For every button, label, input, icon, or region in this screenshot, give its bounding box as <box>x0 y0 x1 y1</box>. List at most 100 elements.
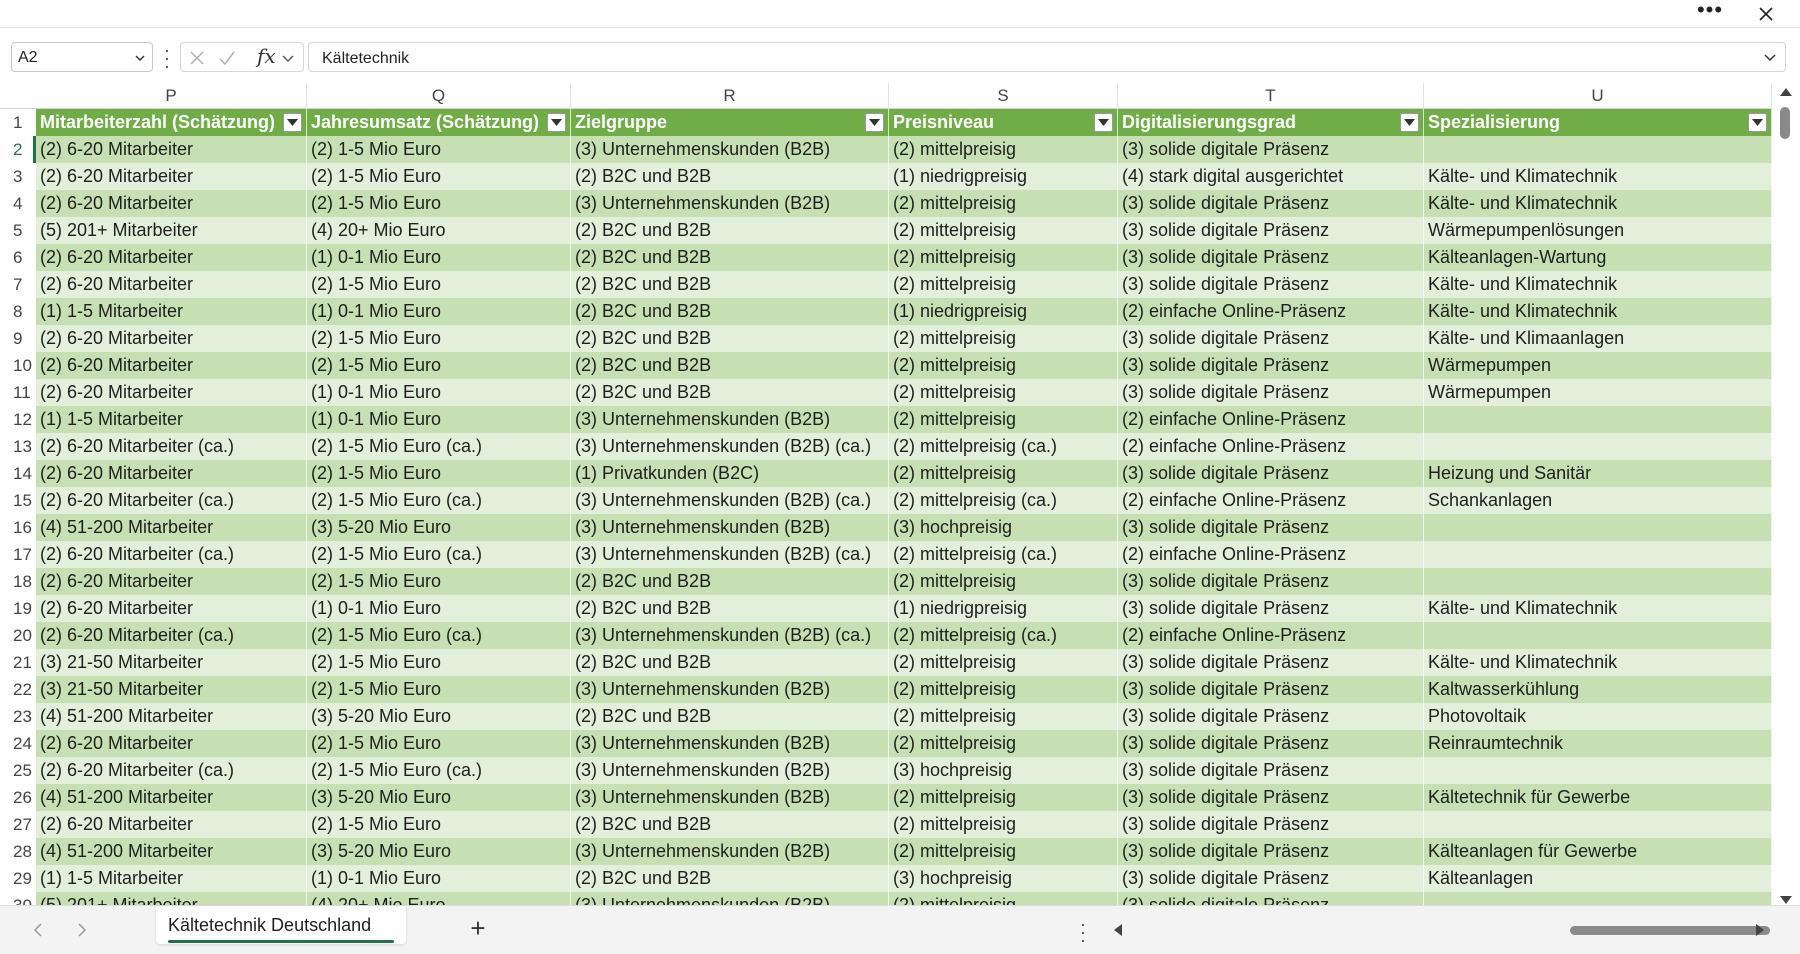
column-header-s[interactable]: S <box>889 83 1118 109</box>
table-cell[interactable]: (3) solide digitale Präsenz <box>1118 244 1424 271</box>
table-cell[interactable]: (2) einfache Online-Präsenz <box>1118 298 1424 325</box>
table-cell[interactable]: (2) 6-20 Mitarbeiter <box>36 811 307 838</box>
table-cell[interactable]: (3) solide digitale Präsenz <box>1118 217 1424 244</box>
table-cell[interactable]: (2) B2C und B2B <box>571 379 889 406</box>
table-cell[interactable]: (3) hochpreisig <box>889 865 1118 892</box>
table-cell[interactable]: (2) 6-20 Mitarbeiter (ca.) <box>36 541 307 568</box>
table-cell[interactable]: Kälte- und Klimatechnik <box>1424 190 1772 217</box>
chevron-down-icon[interactable] <box>134 52 146 64</box>
table-cell[interactable]: (3) solide digitale Präsenz <box>1118 730 1424 757</box>
table-header-cell[interactable]: Preisniveau <box>889 109 1118 136</box>
table-cell[interactable]: (2) mittelpreisig (ca.) <box>889 622 1118 649</box>
table-cell[interactable]: (2) 6-20 Mitarbeiter <box>36 595 307 622</box>
table-cell[interactable]: Reinraumtechnik <box>1424 730 1772 757</box>
table-cell[interactable]: (3) Unternehmenskunden (B2B) <box>571 676 889 703</box>
row-header[interactable]: 14 <box>0 460 36 487</box>
table-cell[interactable]: (2) 6-20 Mitarbeiter (ca.) <box>36 487 307 514</box>
column-header-r[interactable]: R <box>571 83 889 109</box>
table-cell[interactable]: (2) 1-5 Mio Euro <box>307 730 571 757</box>
table-cell[interactable]: (4) stark digital ausgerichtet <box>1118 163 1424 190</box>
table-cell[interactable]: (3) solide digitale Präsenz <box>1118 811 1424 838</box>
table-cell[interactable]: (3) solide digitale Präsenz <box>1118 865 1424 892</box>
table-cell[interactable]: (3) Unternehmenskunden (B2B) (ca.) <box>571 487 889 514</box>
table-cell[interactable]: (3) Unternehmenskunden (B2B) <box>571 514 889 541</box>
row-header[interactable]: 16 <box>0 514 36 541</box>
table-cell[interactable]: (2) 1-5 Mio Euro <box>307 649 571 676</box>
table-cell[interactable]: (1) 1-5 Mitarbeiter <box>36 865 307 892</box>
table-cell[interactable]: (3) Unternehmenskunden (B2B) <box>571 757 889 784</box>
table-cell[interactable]: (2) 6-20 Mitarbeiter <box>36 190 307 217</box>
table-cell[interactable]: (2) 6-20 Mitarbeiter <box>36 325 307 352</box>
table-cell[interactable]: (3) solide digitale Präsenz <box>1118 595 1424 622</box>
table-cell[interactable]: (3) solide digitale Präsenz <box>1118 271 1424 298</box>
table-cell[interactable]: (2) 1-5 Mio Euro <box>307 163 571 190</box>
table-cell[interactable]: Kälte- und Klimatechnik <box>1424 163 1772 190</box>
table-cell[interactable] <box>1424 568 1772 595</box>
table-cell[interactable]: (2) 1-5 Mio Euro <box>307 136 571 163</box>
vertical-scrollbar[interactable] <box>1772 83 1800 905</box>
table-cell[interactable]: (1) niedrigpreisig <box>889 595 1118 622</box>
table-cell[interactable]: (2) mittelpreisig <box>889 838 1118 865</box>
table-cell[interactable]: (2) 1-5 Mio Euro (ca.) <box>307 487 571 514</box>
table-cell[interactable]: (2) 6-20 Mitarbeiter <box>36 730 307 757</box>
add-sheet-button[interactable]: + <box>465 915 491 942</box>
table-cell[interactable] <box>1424 757 1772 784</box>
table-cell[interactable]: (2) B2C und B2B <box>571 352 889 379</box>
table-cell[interactable]: (2) einfache Online-Präsenz <box>1118 622 1424 649</box>
chevron-left-icon[interactable] <box>30 921 46 939</box>
table-cell[interactable]: (4) 20+ Mio Euro <box>307 892 571 905</box>
table-cell[interactable]: (3) 5-20 Mio Euro <box>307 784 571 811</box>
table-cell[interactable]: (2) einfache Online-Präsenz <box>1118 406 1424 433</box>
table-cell[interactable]: (3) Unternehmenskunden (B2B) (ca.) <box>571 622 889 649</box>
table-cell[interactable]: (2) B2C und B2B <box>571 703 889 730</box>
table-cell[interactable]: (3) hochpreisig <box>889 757 1118 784</box>
table-cell[interactable]: (2) 6-20 Mitarbeiter <box>36 271 307 298</box>
table-cell[interactable]: (2) mittelpreisig <box>889 568 1118 595</box>
formula-bar-options-icon[interactable]: · · · <box>162 41 172 75</box>
table-cell[interactable]: (1) 0-1 Mio Euro <box>307 379 571 406</box>
scroll-right-icon[interactable] <box>1754 923 1766 937</box>
table-cell[interactable]: (2) 1-5 Mio Euro <box>307 811 571 838</box>
row-header[interactable]: 3 <box>0 163 36 190</box>
insert-function-button[interactable]: fx <box>257 44 276 68</box>
table-cell[interactable] <box>1424 406 1772 433</box>
table-cell[interactable]: (2) 6-20 Mitarbeiter <box>36 379 307 406</box>
formula-input[interactable]: Kältetechnik <box>308 42 1786 72</box>
filter-dropdown-icon[interactable] <box>1748 113 1767 132</box>
table-cell[interactable]: (2) 6-20 Mitarbeiter (ca.) <box>36 757 307 784</box>
table-cell[interactable]: (2) mittelpreisig <box>889 379 1118 406</box>
table-cell[interactable]: (3) Unternehmenskunden (B2B) <box>571 406 889 433</box>
table-cell[interactable]: (2) 1-5 Mio Euro <box>307 271 571 298</box>
table-cell[interactable]: (2) mittelpreisig <box>889 811 1118 838</box>
row-header[interactable]: 29 <box>0 865 36 892</box>
table-cell[interactable]: Kälteanlagen <box>1424 865 1772 892</box>
table-cell[interactable]: (1) 0-1 Mio Euro <box>307 298 571 325</box>
table-cell[interactable]: (2) 1-5 Mio Euro <box>307 190 571 217</box>
row-header[interactable]: 17 <box>0 541 36 568</box>
column-header-t[interactable]: T <box>1118 83 1424 109</box>
table-cell[interactable]: (2) 1-5 Mio Euro <box>307 325 571 352</box>
table-cell[interactable]: Kälteanlagen für Gewerbe <box>1424 838 1772 865</box>
row-header[interactable]: 21 <box>0 649 36 676</box>
table-cell[interactable]: (2) 6-20 Mitarbeiter <box>36 568 307 595</box>
table-cell[interactable]: (2) mittelpreisig (ca.) <box>889 541 1118 568</box>
table-cell[interactable] <box>1424 541 1772 568</box>
table-cell[interactable]: (3) solide digitale Präsenz <box>1118 514 1424 541</box>
table-cell[interactable]: (2) B2C und B2B <box>571 298 889 325</box>
table-cell[interactable]: Kälte- und Klimaanlagen <box>1424 325 1772 352</box>
table-cell[interactable] <box>1424 433 1772 460</box>
table-header-cell[interactable]: Jahresumsatz (Schätzung) <box>307 109 571 136</box>
table-cell[interactable]: Kaltwasserkühlung <box>1424 676 1772 703</box>
row-header[interactable]: 6 <box>0 244 36 271</box>
row-header[interactable]: 28 <box>0 838 36 865</box>
row-header[interactable]: 20 <box>0 622 36 649</box>
table-cell[interactable]: (1) 0-1 Mio Euro <box>307 244 571 271</box>
table-cell[interactable]: (2) B2C und B2B <box>571 649 889 676</box>
table-cell[interactable]: (3) solide digitale Präsenz <box>1118 568 1424 595</box>
table-cell[interactable]: Wärmepumpenlösungen <box>1424 217 1772 244</box>
table-cell[interactable]: (2) 1-5 Mio Euro <box>307 460 571 487</box>
table-cell[interactable]: (3) solide digitale Präsenz <box>1118 703 1424 730</box>
table-cell[interactable]: Kältetechnik für Gewerbe <box>1424 784 1772 811</box>
row-header[interactable]: 24 <box>0 730 36 757</box>
table-cell[interactable]: Kälte- und Klimatechnik <box>1424 649 1772 676</box>
